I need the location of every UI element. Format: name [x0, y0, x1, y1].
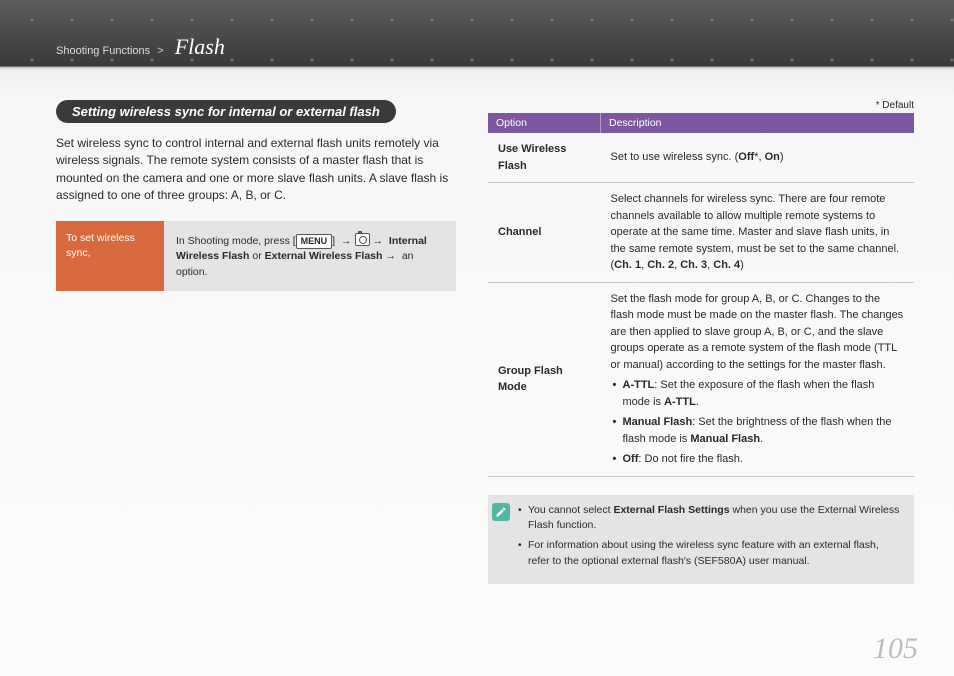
bullet-text: .	[760, 433, 763, 445]
arrow-icon: →	[341, 235, 352, 247]
section-heading: Setting wireless sync for internal or ex…	[56, 100, 396, 123]
table-row: Channel Select channels for wireless syn…	[488, 183, 914, 283]
table-row: Use Wireless Flash Set to use wireless s…	[488, 133, 914, 183]
bullet-label: Manual Flash	[623, 416, 693, 428]
pencil-icon	[495, 506, 507, 518]
arrow-icon: →	[373, 235, 384, 247]
breadcrumb: Shooting Functions > Flash	[56, 34, 225, 60]
instruction-label: To set wireless sync,	[56, 221, 164, 291]
option-description: Select channels for wireless sync. There…	[601, 183, 915, 283]
arrow-icon: →	[385, 250, 396, 262]
instruction-body: In Shooting mode, press [MENU] →→ Intern…	[164, 221, 456, 291]
option-bullets: A-TTL: Set the exposure of the flash whe…	[611, 377, 905, 468]
desc-value: Off	[738, 151, 754, 163]
bullet-value: A-TTL	[664, 396, 696, 408]
desc-value: On	[765, 151, 780, 163]
option-description: Set the flash mode for group A, B, or C.…	[601, 282, 915, 476]
menu-key-icon: MENU	[296, 234, 333, 250]
option-name: Channel	[488, 183, 601, 283]
desc-value: Ch. 2	[647, 259, 674, 271]
option-description: Set to use wireless sync. (Off*, On)	[601, 133, 915, 183]
note-bold: External Flash Settings	[613, 504, 729, 516]
bullet-label: A-TTL	[623, 379, 655, 391]
bullet-value: Manual Flash	[690, 433, 760, 445]
bullet-text: : Do not fire the flash.	[638, 453, 743, 465]
content-area: Setting wireless sync for internal or ex…	[56, 100, 914, 646]
list-item: A-TTL: Set the exposure of the flash whe…	[611, 377, 905, 410]
option-name: Group Flash Mode	[488, 282, 601, 476]
note-body: You cannot select External Flash Setting…	[514, 495, 914, 584]
option-name: Use Wireless Flash	[488, 133, 601, 183]
list-item: You cannot select External Flash Setting…	[516, 503, 902, 535]
desc-text: Set to use wireless sync. (	[611, 151, 739, 163]
desc-value: Ch. 4	[713, 259, 740, 271]
bullet-text: .	[696, 396, 699, 408]
breadcrumb-topic: Flash	[175, 34, 225, 59]
default-note: * Default	[488, 100, 914, 111]
note-text: You cannot select	[528, 504, 613, 516]
list-item: For information about using the wireless…	[516, 538, 902, 570]
left-column: Setting wireless sync for internal or ex…	[56, 100, 456, 646]
breadcrumb-section: Shooting Functions	[56, 45, 150, 57]
options-table: Option Description Use Wireless Flash Se…	[488, 113, 914, 477]
breadcrumb-separator: >	[157, 45, 163, 57]
instruction-row: To set wireless sync, In Shooting mode, …	[56, 221, 456, 291]
header-bar: Shooting Functions > Flash	[0, 0, 954, 67]
instruction-text: In Shooting mode, press [	[176, 235, 296, 247]
note-icon-wrap	[488, 495, 514, 584]
instruction-text: ]	[332, 235, 338, 247]
table-header-row: Option Description	[488, 113, 914, 133]
note-icon	[492, 503, 510, 521]
camera-icon	[355, 233, 370, 246]
intro-paragraph: Set wireless sync to control internal an…	[56, 135, 456, 205]
note-box: You cannot select External Flash Setting…	[488, 495, 914, 584]
list-item: Off: Do not fire the flash.	[611, 451, 905, 468]
table-header-option: Option	[488, 113, 601, 133]
instruction-link: External Wireless Flash	[265, 250, 383, 262]
table-row: Group Flash Mode Set the flash mode for …	[488, 282, 914, 476]
list-item: Manual Flash: Set the brightness of the …	[611, 414, 905, 447]
desc-text: Set the flash mode for group A, B, or C.…	[611, 293, 904, 371]
bullet-text: : Set the exposure of the flash when the…	[623, 379, 875, 408]
page-number: 105	[873, 632, 918, 666]
instruction-text: or	[249, 250, 264, 262]
desc-text: )	[780, 151, 784, 163]
bullet-label: Off	[623, 453, 639, 465]
desc-value: Ch. 1	[614, 259, 641, 271]
desc-text: )	[740, 259, 744, 271]
page: Shooting Functions > Flash Setting wirel…	[0, 0, 954, 676]
right-column: * Default Option Description Use Wireles…	[488, 100, 914, 646]
desc-value: Ch. 3	[680, 259, 707, 271]
table-header-description: Description	[601, 113, 915, 133]
